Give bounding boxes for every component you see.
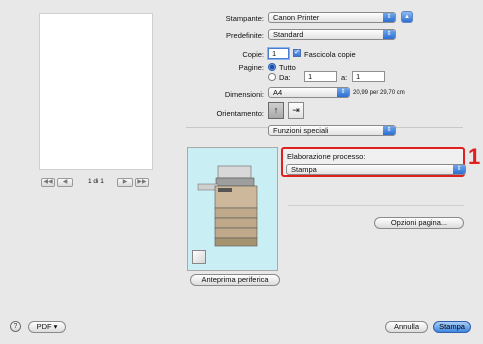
pages-all-radio[interactable] <box>268 63 276 71</box>
paper-size-value: A4 <box>273 88 283 97</box>
printer-label: Stampante: <box>225 14 264 23</box>
presets-popup[interactable]: Standard ⇕ <box>268 29 396 40</box>
printer-popup[interactable]: Canon Printer ⇕ <box>268 12 396 23</box>
copies-label: Copie: <box>242 50 264 59</box>
pages-from-value: 1 <box>308 72 313 81</box>
pages-to-label: a: <box>341 73 348 82</box>
processing-label: Elaborazione processo: <box>287 152 366 161</box>
popup-arrows-icon: ⇕ <box>337 88 349 97</box>
printer-value: Canon Printer <box>273 13 320 22</box>
first-page-button[interactable]: ◀◀ <box>41 178 55 187</box>
pdf-button[interactable]: PDF ▾ <box>28 321 66 333</box>
collate-checkbox[interactable]: ✓ <box>293 49 301 57</box>
pages-all-label: Tutto <box>279 63 296 72</box>
page-indicator: 1 di 1 <box>88 178 104 185</box>
pages-from-input[interactable]: 1 <box>304 71 337 82</box>
device-preview-button[interactable]: Anteprima periferica <box>190 274 280 286</box>
paper-stack-icon <box>192 250 206 264</box>
paper-size-label: Dimensioni: <box>224 90 264 99</box>
portrait-orientation-button[interactable]: ↑ <box>268 102 284 119</box>
popup-arrows-icon: ⇕ <box>383 13 395 22</box>
pages-label: Pagine: <box>238 63 264 72</box>
prev-page-button[interactable]: ◀ <box>57 178 73 187</box>
section-value: Funzioni speciali <box>273 126 329 135</box>
collate-label: Fascicola copie <box>304 50 356 59</box>
last-page-button[interactable]: ▶▶ <box>135 178 149 187</box>
popup-arrows-icon: ⇕ <box>383 126 395 135</box>
pages-to-value: 1 <box>356 72 361 81</box>
next-page-button[interactable]: ▶ <box>117 178 133 187</box>
orientation-label: Orientamento: <box>216 109 264 118</box>
collapse-disclosure-button[interactable]: ▲ <box>401 11 413 23</box>
pages-to-input[interactable]: 1 <box>352 71 385 82</box>
paper-size-popup[interactable]: A4 ⇕ <box>268 87 350 98</box>
copies-value: 1 <box>272 49 277 58</box>
presets-label: Predefinite: <box>226 31 264 40</box>
popup-arrows-icon: ⇕ <box>453 165 465 174</box>
callout-number: 1 <box>468 144 481 169</box>
divider <box>288 205 464 206</box>
page-options-button[interactable]: Opzioni pagina... <box>374 217 464 229</box>
paper-size-info: 20,99 per 29,70 cm <box>353 90 405 96</box>
help-button[interactable]: ? <box>10 321 21 332</box>
pages-from-label: Da: <box>279 73 291 82</box>
landscape-orientation-button[interactable]: ⇥ <box>288 102 304 119</box>
section-popup[interactable]: Funzioni speciali ⇕ <box>268 125 396 136</box>
cancel-button[interactable]: Annulla <box>385 321 428 333</box>
presets-value: Standard <box>273 30 304 39</box>
print-button[interactable]: Stampa <box>433 321 471 333</box>
popup-arrows-icon: ⇕ <box>383 30 395 39</box>
processing-value: Stampa <box>291 165 317 174</box>
page-preview <box>39 13 153 170</box>
processing-popup[interactable]: Stampa ⇕ <box>286 164 466 175</box>
copies-input[interactable]: 1 <box>268 48 289 59</box>
pages-range-radio[interactable] <box>268 73 276 81</box>
